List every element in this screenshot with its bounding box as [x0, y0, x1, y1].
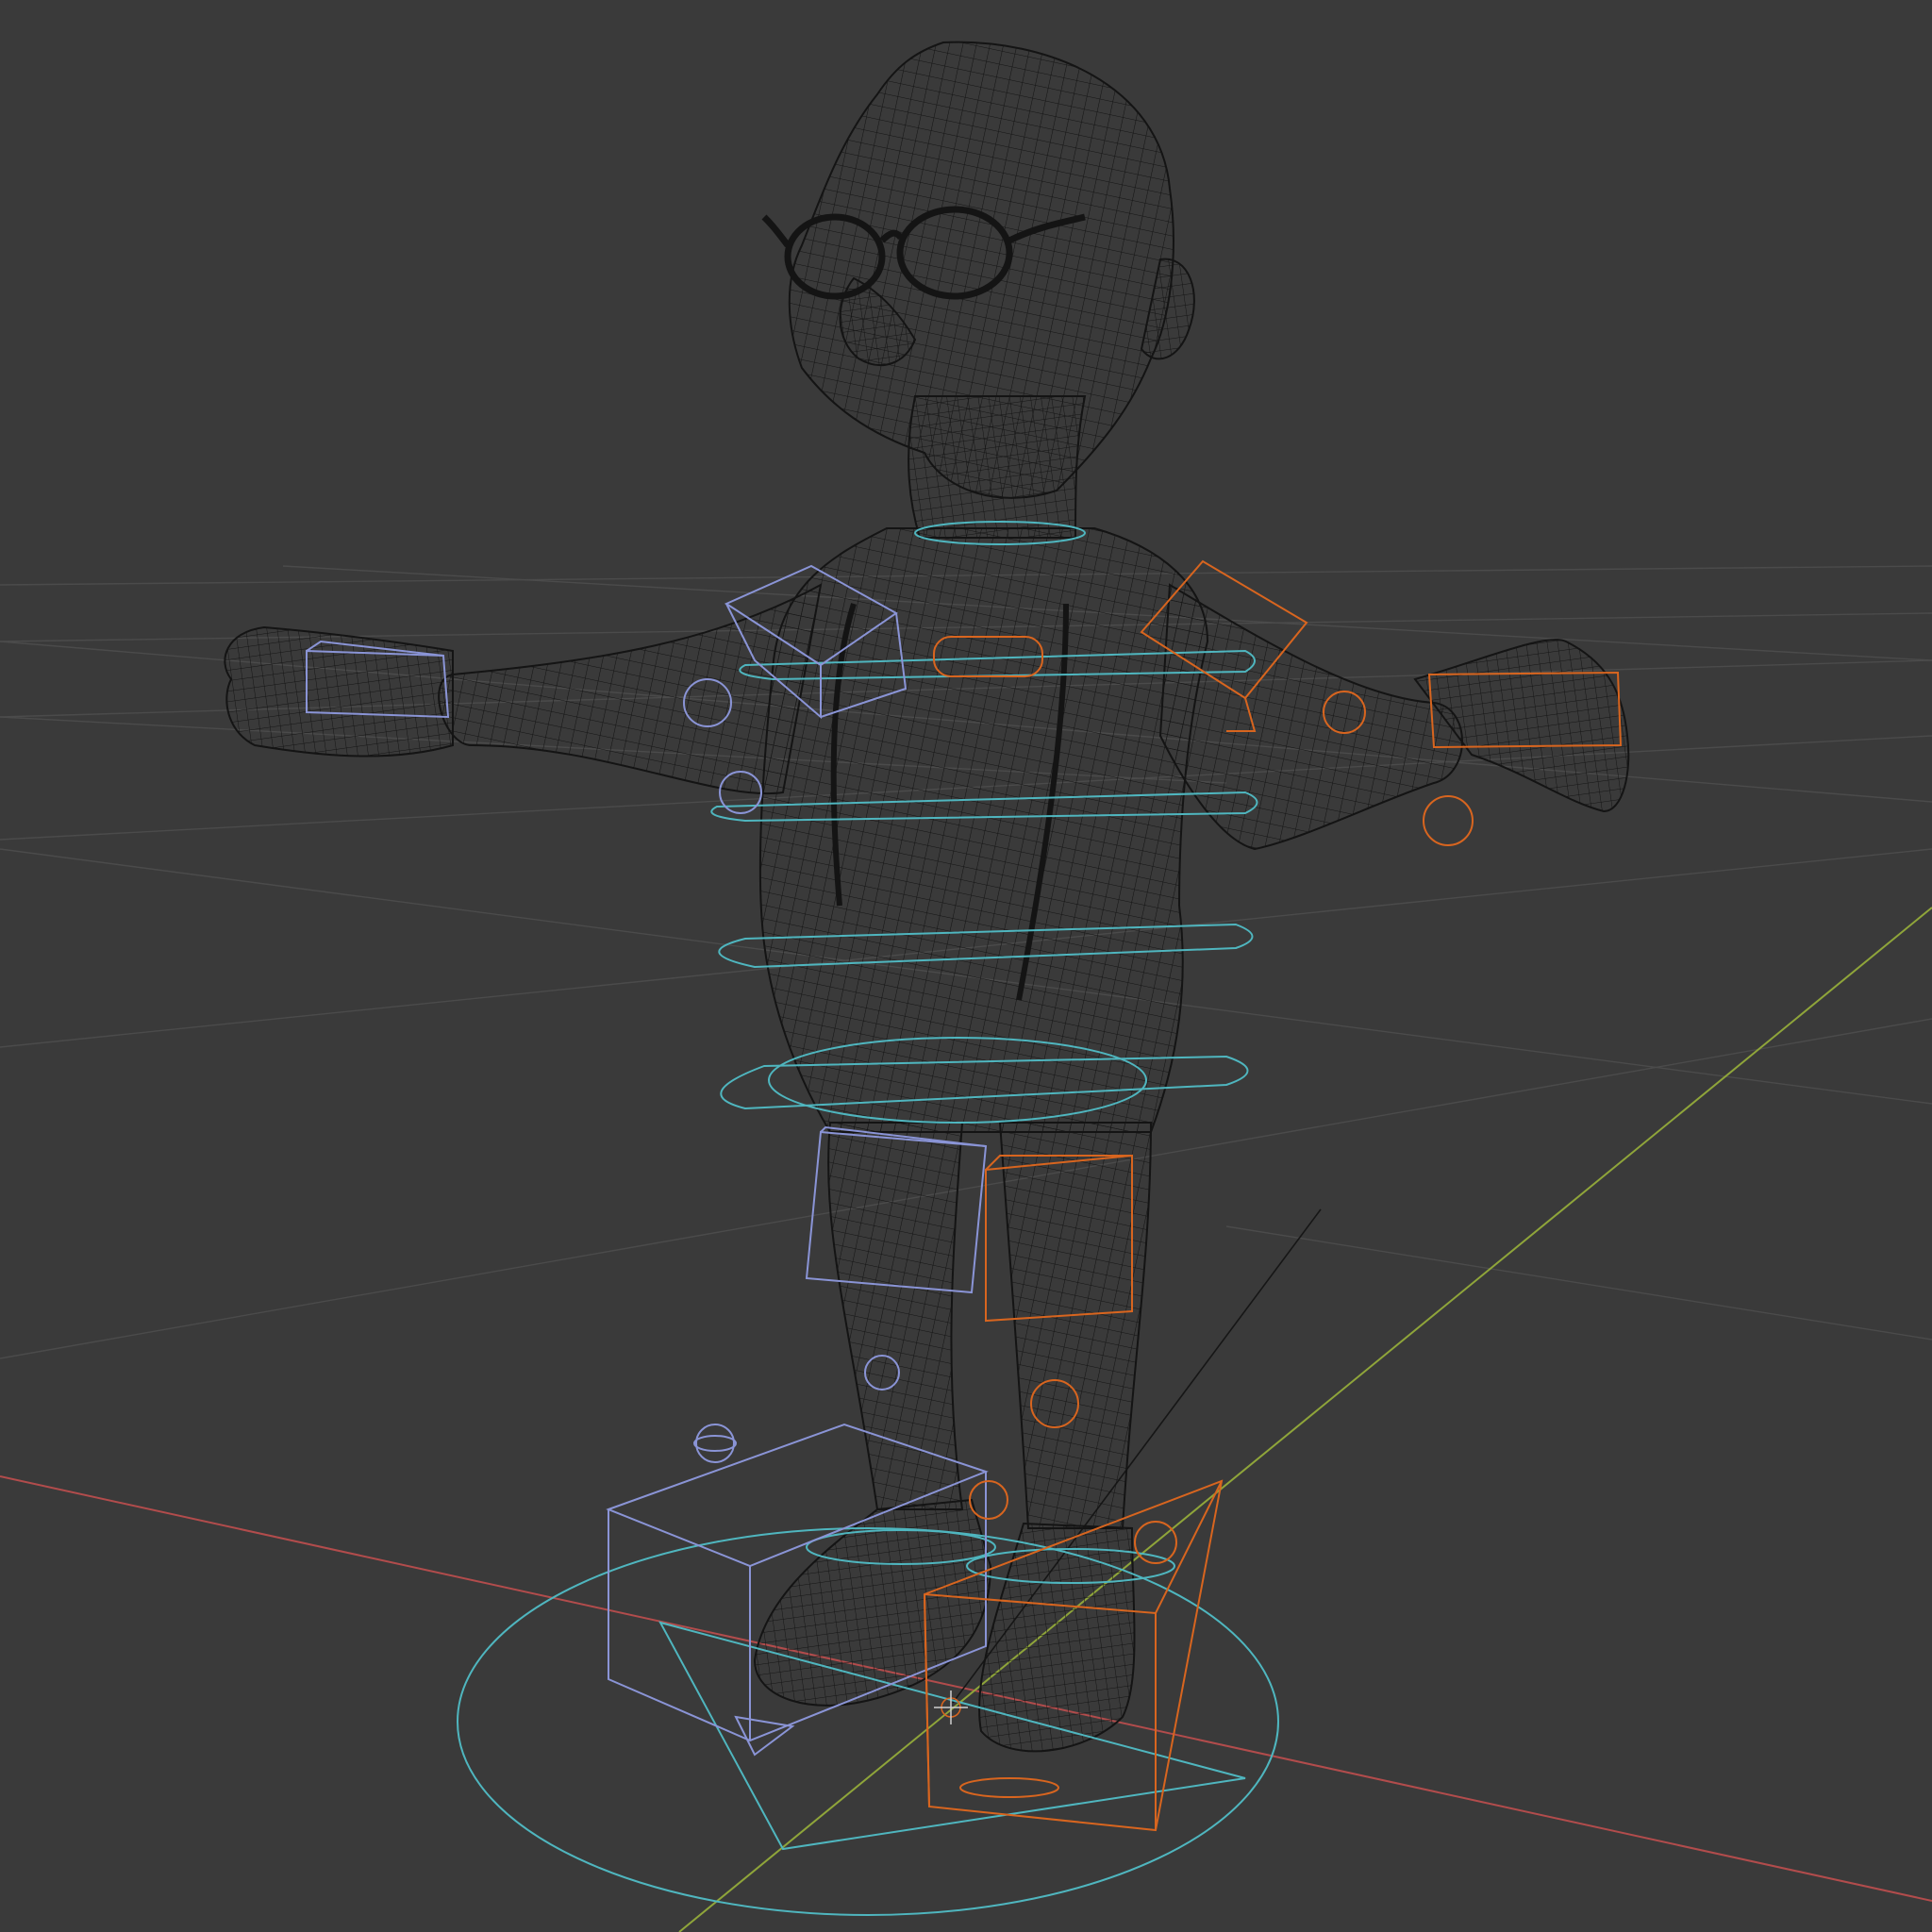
right-ik-target-circle[interactable]	[969, 1480, 1008, 1520]
right-elbow-circle[interactable]	[1423, 795, 1474, 846]
left-arm	[438, 583, 823, 795]
left-ik-target-circle[interactable]	[695, 1424, 735, 1463]
right-heel-control[interactable]	[959, 1777, 1059, 1798]
right-shoe	[978, 1522, 1136, 1753]
glasses-arm-left	[761, 214, 791, 248]
head	[788, 41, 1174, 499]
3d-viewport[interactable]	[0, 0, 1932, 1932]
left-hand	[224, 625, 454, 758]
torso	[758, 527, 1209, 1133]
viewport-canvas[interactable]	[0, 0, 1932, 1932]
left-leg	[827, 1122, 964, 1510]
